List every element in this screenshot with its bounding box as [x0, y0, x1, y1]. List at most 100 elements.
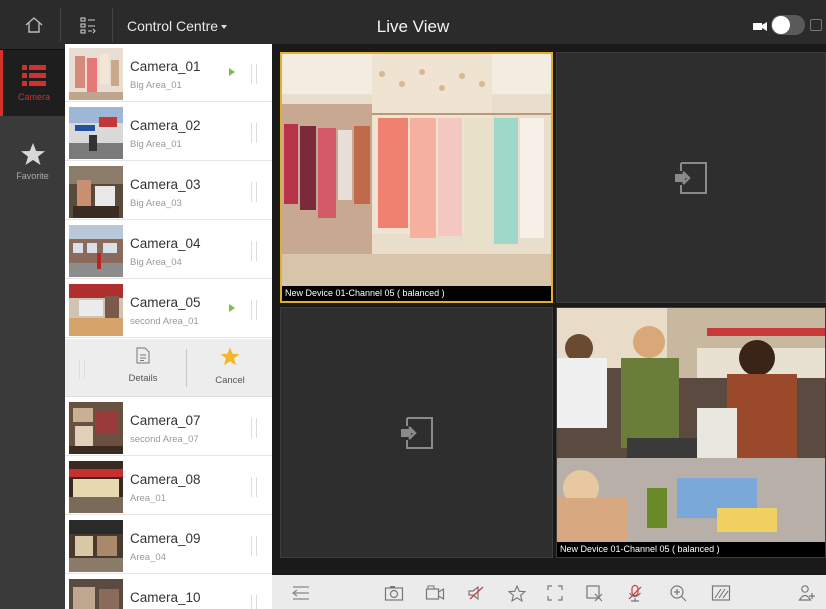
divider [186, 349, 187, 387]
chevron-down-icon [221, 25, 228, 30]
cancel-favorite-button[interactable]: Cancel [195, 347, 265, 386]
row-actions: Details Cancel [65, 339, 272, 397]
star-icon [220, 347, 240, 366]
camera-name: Camera_02 [130, 118, 201, 133]
camera-area: second Area_07 [130, 434, 199, 445]
live-view-app: Control Centre Live View Camera Favorite [0, 0, 826, 609]
camera-name: Camera_05 [130, 295, 201, 310]
capture-icon[interactable] [383, 583, 405, 603]
add-camera-icon [675, 161, 707, 194]
divider [60, 8, 61, 42]
camera-name: Camera_04 [130, 236, 201, 251]
camera-name: Camera_07 [130, 413, 201, 428]
divider [112, 8, 113, 42]
camera-thumbnail [69, 284, 123, 336]
playback-toolbar [272, 575, 826, 609]
drag-handle-icon[interactable] [79, 359, 85, 379]
drag-handle-icon[interactable] [251, 241, 257, 261]
left-rail: Camera Favorite [0, 50, 65, 609]
camera-list-icon [22, 64, 46, 86]
playing-indicator-icon [229, 304, 235, 312]
camera-area: Area_01 [130, 493, 166, 504]
record-icon[interactable] [424, 583, 446, 603]
camera-thumbnail [69, 107, 123, 159]
camera-area: Area_04 [130, 552, 166, 563]
camera-name: Camera_10 [130, 590, 201, 605]
close-pane-icon[interactable] [583, 583, 605, 603]
document-icon [136, 347, 150, 364]
camera-row[interactable]: Camera_02 Big Area_01 [65, 103, 272, 161]
drag-handle-icon[interactable] [251, 418, 257, 438]
camera-area: Big Area_04 [130, 257, 182, 268]
camera-thumbnail [69, 520, 123, 572]
rail-label-favorite: Favorite [16, 170, 49, 181]
camera-area: second Area_01 [130, 316, 199, 327]
camera-name: Camera_08 [130, 472, 201, 487]
top-bar: Control Centre Live View [0, 0, 826, 50]
screen-icon[interactable] [810, 19, 822, 31]
camera-area: Big Area_01 [130, 139, 182, 150]
mute-icon[interactable] [466, 583, 488, 603]
camera-thumbnail [69, 579, 123, 609]
live-video-feed [282, 54, 551, 286]
video-pane-1[interactable]: New Device 01-Channel 05 ( balanced ) [280, 52, 553, 303]
video-pane-2[interactable] [556, 52, 826, 303]
quality-icon[interactable] [710, 583, 732, 603]
drag-handle-icon[interactable] [251, 182, 257, 202]
mode-toggle[interactable] [771, 15, 805, 35]
camera-row[interactable]: Camera_01 Big Area_01 [65, 44, 272, 102]
camera-thumbnail [69, 166, 123, 218]
video-caption: New Device 01-Channel 05 ( balanced ) [282, 286, 551, 301]
playing-indicator-icon [229, 68, 235, 76]
collapse-icon[interactable] [290, 583, 312, 603]
camera-row[interactable]: Camera_05 second Area_01 [65, 280, 272, 338]
view-list-icon[interactable] [76, 13, 100, 37]
star-icon [20, 142, 45, 165]
drag-handle-icon[interactable] [251, 64, 257, 84]
camera-icon [752, 19, 768, 37]
camera-name: Camera_01 [130, 59, 201, 74]
rail-label-camera: Camera [17, 91, 50, 102]
camera-thumbnail [69, 461, 123, 513]
camera-list: Camera_01 Big Area_01 Camera_02 Big Area… [65, 44, 272, 609]
drag-handle-icon[interactable] [251, 123, 257, 143]
drag-handle-icon[interactable] [251, 536, 257, 556]
live-video-feed [557, 308, 825, 542]
drag-handle-icon[interactable] [251, 595, 257, 609]
cancel-label: Cancel [215, 375, 245, 386]
zoom-icon[interactable] [667, 583, 689, 603]
details-button[interactable]: Details [108, 347, 178, 384]
toolbar-separator [272, 561, 826, 575]
camera-thumbnail [69, 402, 123, 454]
camera-area: Big Area_01 [130, 80, 182, 91]
microphone-icon[interactable] [624, 583, 646, 603]
control-centre-dropdown[interactable]: Control Centre [127, 18, 228, 34]
camera-row[interactable]: Camera_10 [65, 575, 272, 609]
live-view-grid: New Device 01-Channel 05 ( balanced ) Ne… [272, 44, 826, 561]
rail-item-favorite[interactable]: Favorite [0, 126, 65, 196]
home-icon[interactable] [22, 13, 46, 37]
favorite-icon[interactable] [506, 583, 528, 603]
page-title: Live View [376, 17, 450, 36]
camera-thumbnail [69, 48, 123, 100]
camera-area: Big Area_03 [130, 198, 182, 209]
camera-row[interactable]: Camera_04 Big Area_04 [65, 221, 272, 279]
video-caption: New Device 01-Channel 05 ( balanced ) [557, 542, 825, 557]
add-camera-icon [400, 416, 433, 449]
camera-row[interactable]: Camera_03 Big Area_03 [65, 162, 272, 220]
toggle-knob [772, 16, 790, 34]
fullscreen-icon[interactable] [544, 583, 566, 603]
drag-handle-icon[interactable] [251, 477, 257, 497]
camera-thumbnail [69, 225, 123, 277]
ptz-icon[interactable] [797, 583, 819, 603]
details-label: Details [128, 373, 158, 384]
camera-name: Camera_03 [130, 177, 201, 192]
rail-item-camera[interactable]: Camera [0, 50, 65, 116]
drag-handle-icon[interactable] [251, 300, 257, 320]
video-pane-3[interactable] [280, 307, 553, 558]
video-pane-4[interactable]: New Device 01-Channel 05 ( balanced ) [556, 307, 826, 558]
camera-row[interactable]: Camera_08 Area_01 [65, 457, 272, 515]
camera-row[interactable]: Camera_09 Area_04 [65, 516, 272, 574]
camera-row[interactable]: Camera_07 second Area_07 [65, 398, 272, 456]
camera-name: Camera_09 [130, 531, 201, 546]
